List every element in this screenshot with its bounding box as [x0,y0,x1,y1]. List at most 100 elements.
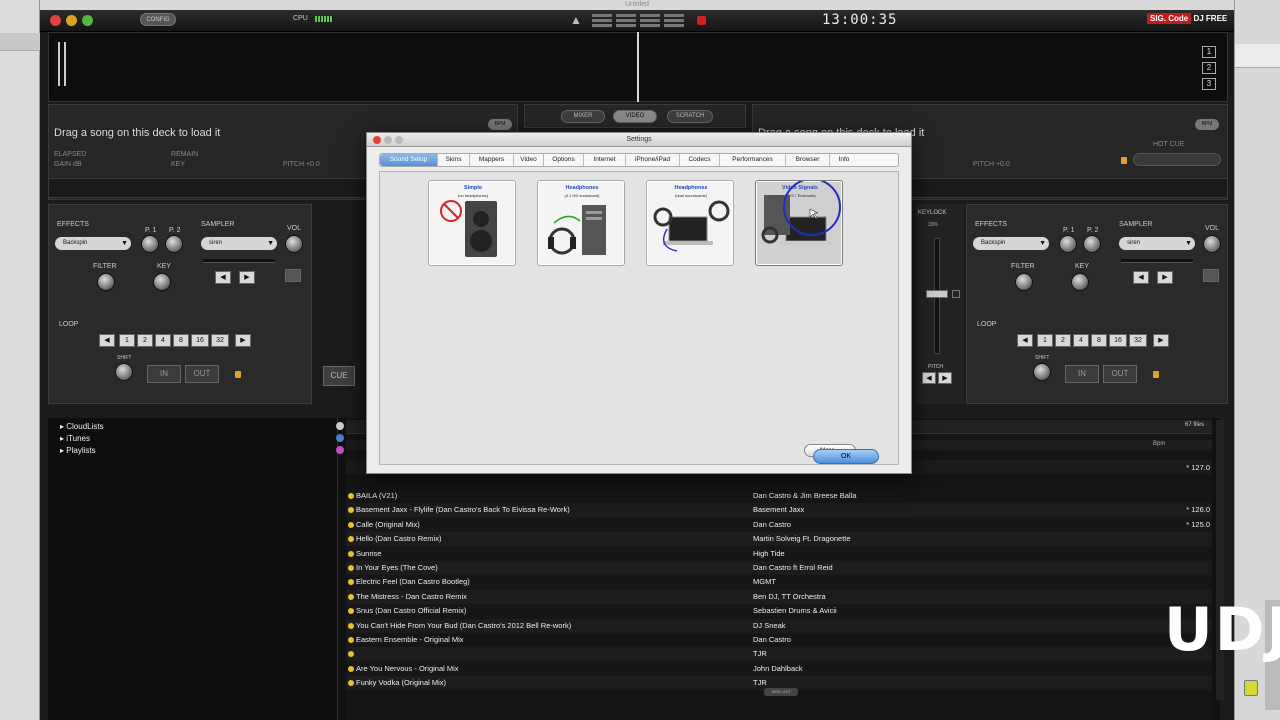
left-p1-knob[interactable] [141,235,159,253]
table-row[interactable]: Sunrise High Tide [346,546,1212,561]
record-icon[interactable] [697,16,706,25]
layout-grid-icon[interactable] [640,14,660,28]
left-loop-16[interactable]: 16 [191,334,209,347]
pitch-down-button[interactable]: ◀ [922,372,936,384]
left-loop-2[interactable]: 2 [137,334,153,347]
layout-grid-icon[interactable] [592,14,612,28]
table-row[interactable]: Calle (Original Mix) Dan Castro * 125.0 [346,517,1212,532]
left-bpm-button[interactable]: BPM [488,119,512,130]
left-effect-select[interactable]: Backspin [55,237,131,250]
pitch-slider-handle[interactable] [926,290,948,298]
tree-item-playlists[interactable]: ▸ Playlists [60,446,96,455]
left-sampler-prev-button[interactable]: ◀ [215,271,231,284]
table-row[interactable]: The Mistress - Dan Castro Remix Ben DJ, T… [346,589,1212,604]
hot-cue-lock-icon[interactable] [1121,157,1127,164]
left-loop-1[interactable]: 1 [119,334,135,347]
hot-cue-buttons[interactable] [1133,153,1221,166]
tab-video[interactable]: VIDEO [613,110,657,123]
left-shift-knob[interactable] [115,363,133,381]
left-sampler-next-button[interactable]: ▶ [239,271,255,284]
tab-sound-setup[interactable]: Sound Setup [380,154,438,166]
right-loop-lock-icon[interactable] [1153,371,1159,378]
right-loop-prev-button[interactable]: ◀ [1017,334,1033,347]
table-row[interactable]: Hello (Dan Castro Remix) Martin Solveig F… [346,532,1212,547]
right-p1-knob[interactable] [1059,235,1077,253]
left-loop-next-button[interactable]: ▶ [235,334,251,347]
right-loop-next-button[interactable]: ▶ [1153,334,1169,347]
left-loop-out-button[interactable]: OUT [185,365,219,383]
left-loop-32[interactable]: 32 [211,334,229,347]
deck-select-3[interactable]: 3 [1202,78,1216,90]
tab-video[interactable]: Video [514,154,544,166]
right-p2-knob[interactable] [1083,235,1101,253]
table-row[interactable]: TJR [346,647,1212,662]
right-loop-8[interactable]: 8 [1091,334,1107,347]
right-loop-2[interactable]: 2 [1055,334,1071,347]
left-key-knob[interactable] [153,273,171,291]
playlist-icon[interactable] [336,446,344,454]
deck-select-2[interactable]: 2 [1202,62,1216,74]
tab-codecs[interactable]: Codecs [680,154,720,166]
right-effect-select[interactable]: Backspin [973,237,1049,250]
left-loop-8[interactable]: 8 [173,334,189,347]
preset-headphones-dual[interactable]: Headphones (dual soundcards) [646,180,734,266]
right-vol-knob[interactable] [1203,235,1221,253]
table-row[interactable]: Eastern Ensemble - Original Mix Dan Castr… [346,633,1212,647]
left-filter-knob[interactable] [97,273,115,291]
deck-select-1[interactable]: 1 [1202,46,1216,58]
ok-button[interactable]: OK [813,449,879,464]
tab-info[interactable]: Info [830,154,858,166]
right-filter-knob[interactable] [1015,273,1033,291]
tree-item-cloudlists[interactable]: ▸ CloudLists [60,422,104,431]
tab-options[interactable]: Options [544,154,584,166]
right-loop-16[interactable]: 16 [1109,334,1127,347]
table-row[interactable]: Snus (Dan Castro Official Remix) Sebastie… [346,604,1212,619]
right-sampler-prev-button[interactable]: ◀ [1133,271,1149,284]
preset-video-signals[interactable]: Video Signals (DVS / Timecode) [755,180,843,266]
search-icon[interactable] [336,422,344,430]
minimize-window-button[interactable] [66,15,77,26]
config-button[interactable]: CONFIG [140,13,176,26]
table-row[interactable]: BAILA (V21) Dan Castro & Jim Breese Balla [346,489,1212,503]
tab-iphone-ipad[interactable]: iPhone/iPad [626,154,680,166]
left-cue-button[interactable]: CUE [323,366,355,386]
left-loop-lock-icon[interactable] [235,371,241,378]
table-row[interactable]: You Can't Hide From Your Bud (Dan Castro… [346,618,1212,633]
preset-headphones-4ch[interactable]: Headphones (4.1 HD soundcard) [537,180,625,266]
left-sampler-select[interactable]: siren [201,237,277,250]
tab-mappers[interactable]: Mappers [470,154,514,166]
tab-mixer[interactable]: MIXER [561,110,605,123]
bpm-column-header[interactable]: Bpm [1153,441,1165,447]
pitch-reset-button[interactable] [952,290,960,298]
tab-skins[interactable]: Skins [438,154,470,166]
layout-grid-icon[interactable] [664,14,684,28]
pitch-up-button[interactable]: ▶ [938,372,952,384]
left-loop-in-button[interactable]: IN [147,365,181,383]
right-sampler-select[interactable]: siren [1119,237,1195,250]
tree-item-itunes[interactable]: ▸ iTunes [60,434,90,443]
tab-browser[interactable]: Browser [786,154,830,166]
right-key-knob[interactable] [1071,273,1089,291]
right-loop-in-button[interactable]: IN [1065,365,1099,383]
left-vol-knob[interactable] [285,235,303,253]
right-shift-knob[interactable] [1033,363,1051,381]
right-sampler-play-button[interactable] [1203,269,1219,282]
left-p2-knob[interactable] [165,235,183,253]
side-list-button[interactable]: SIDE LIST [764,688,798,696]
globe-icon[interactable] [336,434,344,442]
right-loop-32[interactable]: 32 [1129,334,1147,347]
table-row[interactable]: Are You Nervous - Original Mix John Dahlb… [346,661,1212,676]
close-window-button[interactable] [50,15,61,26]
desktop-control-icon[interactable] [1244,680,1258,696]
preset-simple[interactable]: Simple (no headphones) [428,180,516,266]
right-loop-1[interactable]: 1 [1037,334,1053,347]
right-loop-4[interactable]: 4 [1073,334,1089,347]
automix-icon[interactable]: ▲ [570,13,582,27]
tab-internet[interactable]: Internet [584,154,626,166]
left-loop-4[interactable]: 4 [155,334,171,347]
right-sampler-next-button[interactable]: ▶ [1157,271,1173,284]
table-row[interactable]: Electric Feel (Dan Castro Bootleg) MGMT [346,575,1212,590]
tab-performances[interactable]: Performances [720,154,786,166]
zoom-window-button[interactable] [82,15,93,26]
dialog-close-button[interactable] [373,136,381,144]
